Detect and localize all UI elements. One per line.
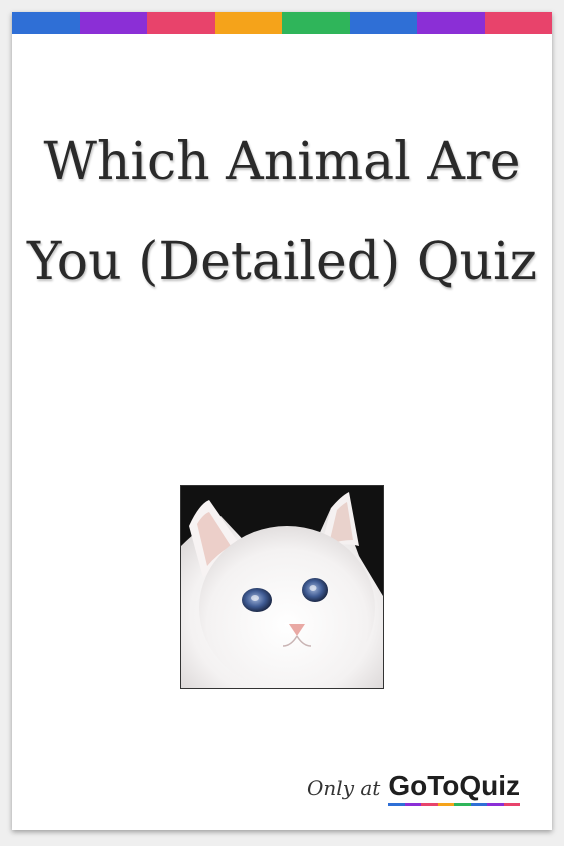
underline-segment bbox=[454, 803, 471, 806]
underline-segment bbox=[388, 803, 405, 806]
underline-segment bbox=[421, 803, 438, 806]
brand-name: GoToQuiz bbox=[388, 770, 520, 801]
stripe-segment bbox=[214, 12, 282, 34]
underline-segment bbox=[470, 803, 488, 806]
underline-segment bbox=[404, 803, 422, 806]
stripe-segment bbox=[484, 12, 552, 34]
quiz-card[interactable]: Which Animal Are You (Detailed) Quiz Onl… bbox=[12, 12, 552, 830]
stripe-segment bbox=[79, 12, 147, 34]
stripe-segment bbox=[282, 12, 350, 34]
stripe-segment bbox=[417, 12, 485, 34]
brand-footer: Only at GoToQuiz bbox=[307, 770, 521, 806]
underline-segment bbox=[503, 803, 521, 806]
brand-underline bbox=[388, 803, 521, 806]
brand-prefix: Only at bbox=[307, 776, 381, 800]
underline-segment bbox=[487, 803, 504, 806]
white-cat-icon bbox=[181, 486, 383, 688]
brand-logo[interactable]: GoToQuiz bbox=[388, 770, 521, 806]
underline-segment bbox=[437, 803, 455, 806]
rainbow-stripe bbox=[12, 12, 552, 34]
stripe-segment bbox=[147, 12, 215, 34]
quiz-title: Which Animal Are You (Detailed) Quiz bbox=[26, 132, 538, 292]
stripe-segment bbox=[349, 12, 417, 34]
stripe-segment bbox=[12, 12, 80, 34]
cat-image bbox=[180, 485, 384, 689]
